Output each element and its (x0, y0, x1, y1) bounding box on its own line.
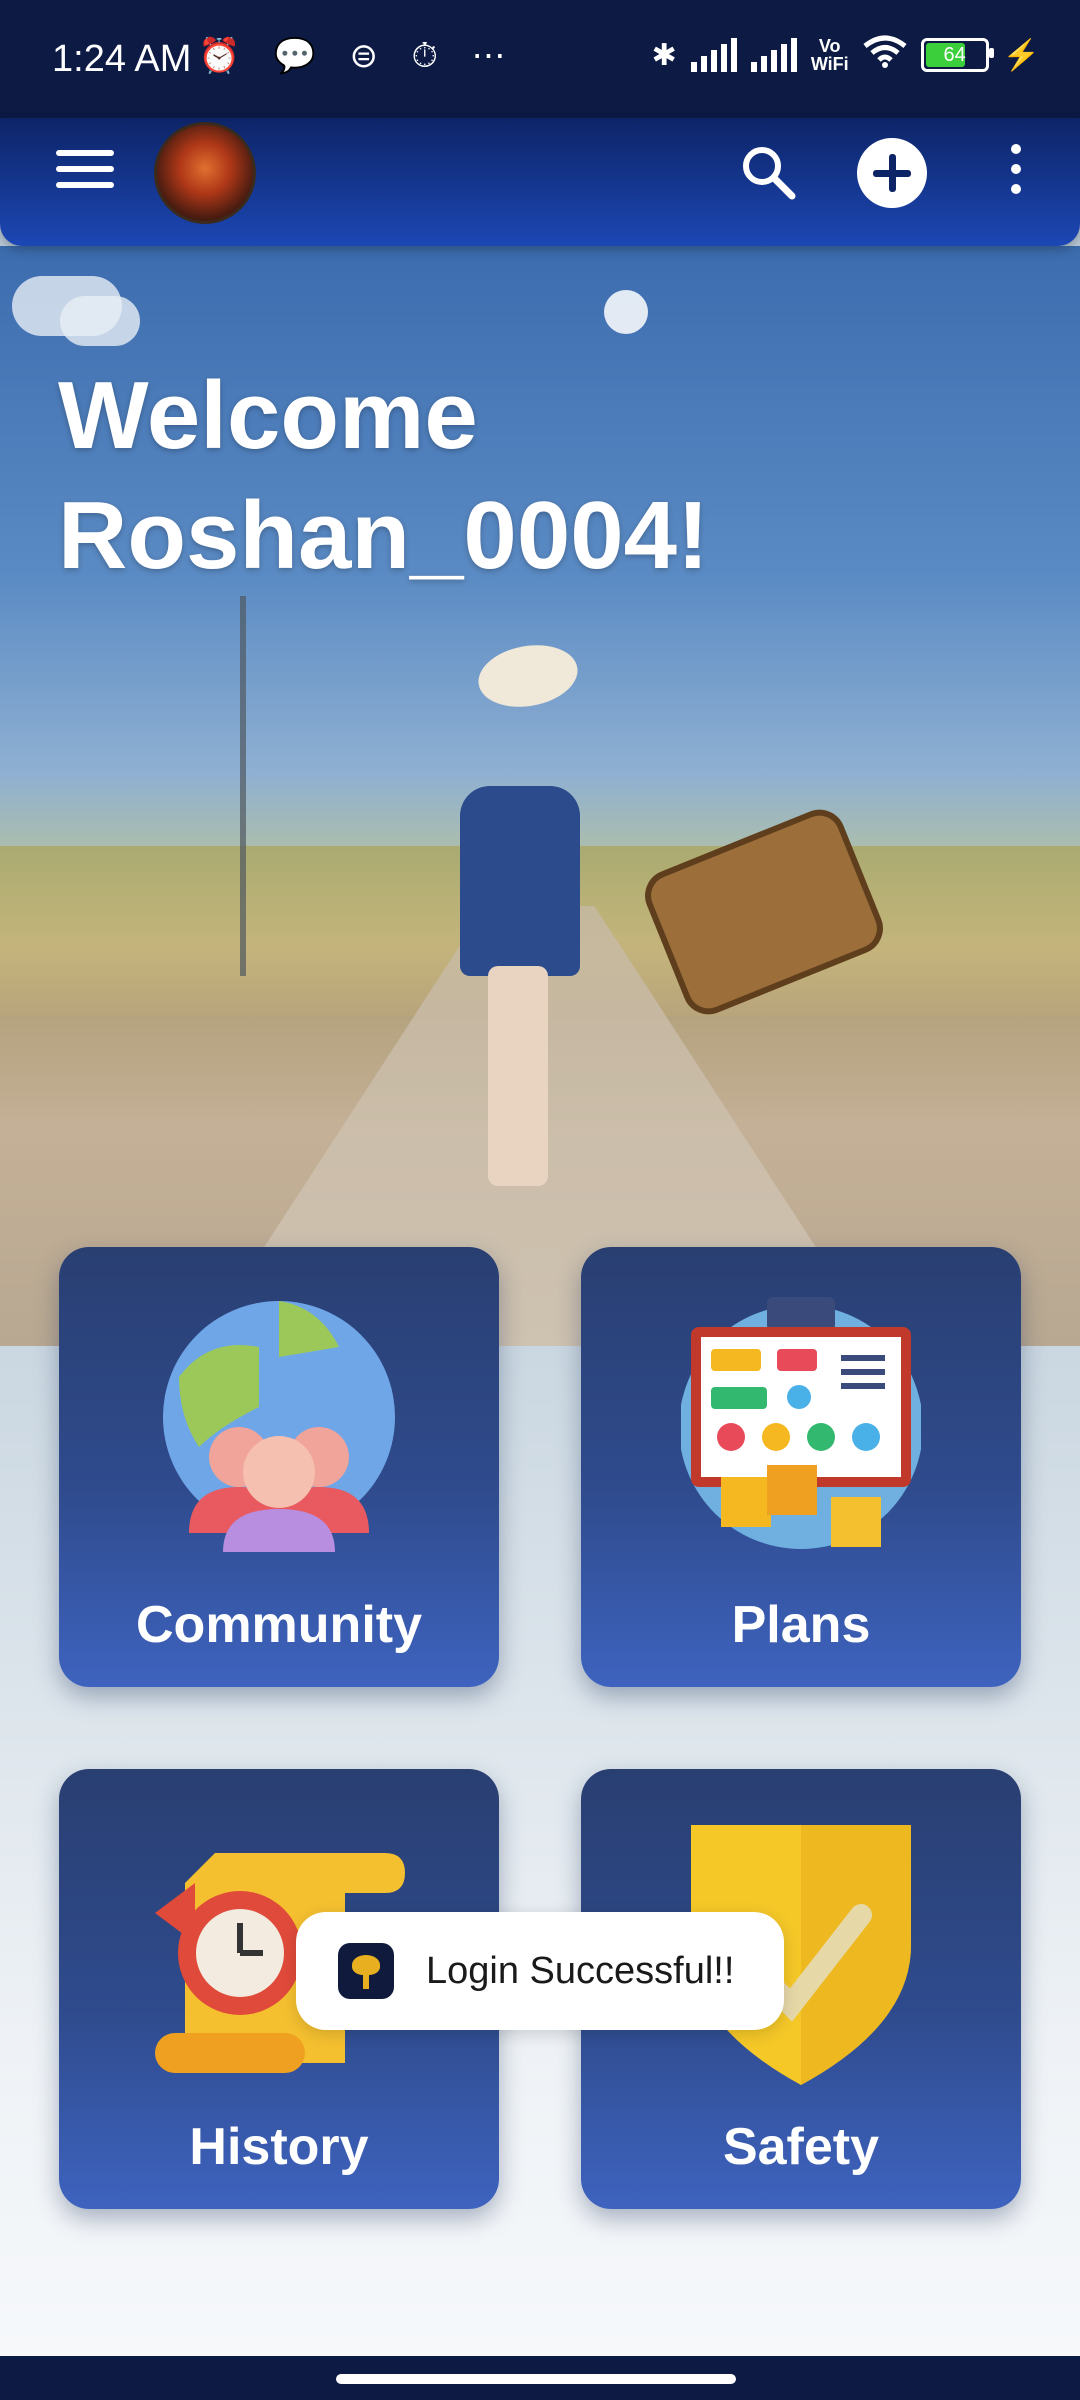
plans-card[interactable]: Plans (581, 1247, 1021, 1687)
bluetooth-icon: ✱ (651, 38, 677, 72)
traveler-hat (473, 637, 583, 715)
vowifi-icon: Vo WiFi (810, 36, 849, 74)
status-bar: 1:24 AM ⏰ 💬 ⊜ ⏱ ⋯ ✱ Vo WiFi 64 ⚡ (0, 0, 1080, 118)
add-icon[interactable] (857, 138, 927, 208)
login-toast: Login Successful!! (296, 1912, 784, 2030)
app-bar (0, 118, 1080, 246)
signal-icon (690, 38, 737, 72)
status-notification-icons: ⏰ 💬 ⊜ ⏱ ⋯ (198, 37, 518, 75)
navigation-bar (0, 2356, 1080, 2400)
history-label: History (189, 2118, 369, 2176)
more-vert-icon[interactable] (1006, 144, 1026, 204)
avatar[interactable] (154, 122, 256, 224)
home-indicator[interactable] (336, 2374, 736, 2384)
toast-message: Login Successful!! (426, 1949, 735, 1992)
wifi-icon (863, 34, 907, 76)
status-right-icons: ✱ Vo WiFi 64 ⚡ (652, 34, 1040, 76)
signal-icon-2 (750, 38, 797, 72)
search-icon[interactable] (738, 142, 798, 202)
charging-icon: ⚡ (1002, 38, 1040, 72)
battery-icon: 64 (920, 38, 994, 72)
planning-board-icon (681, 1297, 921, 1549)
app-logo-icon (338, 1943, 394, 1999)
welcome-title: Welcome Roshan_0004! (58, 362, 709, 589)
community-card[interactable]: Community (59, 1247, 499, 1687)
menu-icon[interactable] (56, 150, 114, 192)
safety-label: Safety (722, 2118, 880, 2176)
globe-people-icon (163, 1301, 395, 1552)
community-label: Community (136, 1596, 422, 1654)
plans-label: Plans (731, 1596, 871, 1654)
status-time: 1:24 AM (52, 38, 192, 80)
sun-illustration (604, 290, 648, 334)
hero-banner: Welcome Roshan_0004! (0, 246, 1080, 1346)
traveler-illustration (460, 786, 580, 976)
